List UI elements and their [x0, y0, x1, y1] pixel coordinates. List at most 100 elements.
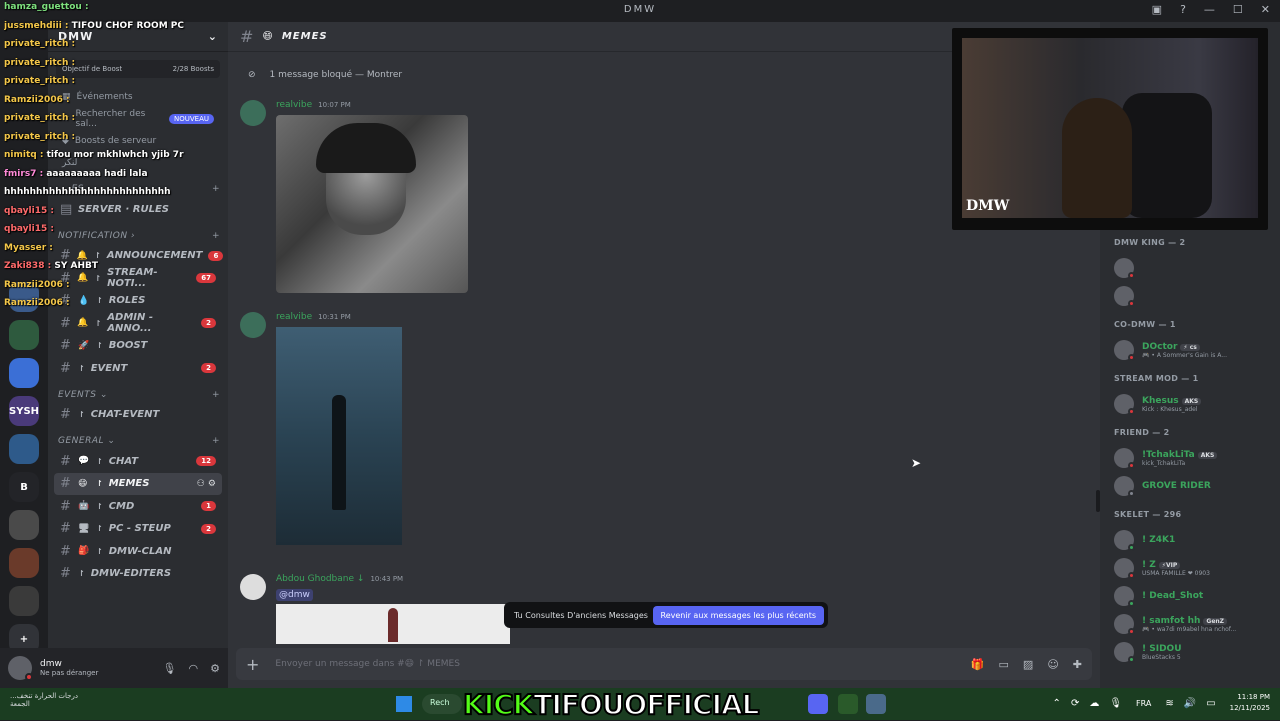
microphone-icon[interactable]: 🎙	[163, 662, 177, 675]
member-item[interactable]: DOctor ⚡ cs 🎮 • A Sommer's Gain is A...	[1114, 340, 1274, 361]
channel-event[interactable]: # ↾ EVENT 2	[54, 357, 222, 380]
emoji-icon[interactable]: ☺	[1047, 658, 1058, 671]
channel-announcement[interactable]: # 🔔 ↾ ANNOUNCEMENT 6	[54, 245, 224, 268]
channel-boost[interactable]: # 🚀 ↾ BOOST	[54, 335, 222, 358]
member-item[interactable]	[1114, 258, 1274, 279]
attach-plus-icon[interactable]: +	[246, 655, 259, 674]
inbox-icon[interactable]: ▣	[1152, 3, 1162, 16]
server-icon[interactable]: B	[9, 472, 39, 502]
apps-icon[interactable]: ✚	[1073, 658, 1082, 671]
message-composer[interactable]: + Envoyer un message dans #😄 ↾ MEMES 🎁 ▭…	[236, 648, 1092, 680]
member-item[interactable]: Khesus AKS Kick : Khesus_adel	[1114, 394, 1274, 415]
channel-stream-noti[interactable]: # 🔔 ↾ STREAM-NOTI... 67	[54, 267, 222, 290]
user-mention[interactable]: @dmw	[276, 589, 313, 601]
language-indicator[interactable]: FRA	[1136, 699, 1151, 708]
channel-cmd[interactable]: # 🤖 ↾ CMD 1	[54, 495, 222, 518]
discord-taskbar-icon[interactable]	[808, 694, 828, 714]
message-author[interactable]: realvibe	[276, 100, 312, 110]
avatar[interactable]	[1114, 286, 1135, 307]
channel-memes[interactable]: # 😄 ↾ MEMES ⚇ ⚙	[54, 472, 222, 495]
wifi-icon[interactable]: ≋	[1165, 698, 1173, 709]
windows-start-icon[interactable]	[396, 696, 412, 712]
server-icon[interactable]	[9, 282, 39, 312]
close-button[interactable]: ✕	[1261, 3, 1270, 16]
channel-admin-anno[interactable]: # 🔔 ↾ ADMIN - ANNO... 2	[54, 312, 222, 335]
add-channel-icon[interactable]: +	[212, 390, 220, 400]
server-icon[interactable]	[9, 320, 39, 350]
member-item[interactable]: ! SIDOU BlueStacks 5	[1114, 642, 1274, 663]
settings-gear-icon[interactable]: ⚙	[210, 662, 220, 675]
minimize-button[interactable]: —	[1204, 3, 1215, 16]
add-channel-icon[interactable]: +	[212, 184, 220, 194]
category-notification[interactable]: NOTIFICATION › +	[48, 221, 228, 245]
member-item[interactable]: ! Z ⚡VIP USMA FAMILLE ❤ 0903	[1114, 558, 1274, 579]
maximize-button[interactable]: ☐	[1233, 3, 1243, 16]
server-icon[interactable]	[9, 586, 39, 616]
rules-emoji-row[interactable]: لنكر	[48, 152, 228, 174]
channel-roles[interactable]: # 💧 ↾ ROLES	[54, 290, 222, 313]
sync-icon[interactable]: ⟳	[1071, 698, 1079, 709]
gift-icon[interactable]: 🎁	[971, 658, 985, 671]
server-boosts-link[interactable]: ◆ Boosts de serveur	[48, 130, 228, 152]
avatar[interactable]	[1114, 558, 1135, 579]
server-header[interactable]: DMW ⌄	[48, 22, 228, 52]
add-channel-icon[interactable]: +	[212, 436, 220, 446]
browse-channels-link[interactable]: ≡ Rechercher des sal... NOUVEAU	[48, 108, 228, 130]
add-channel-icon[interactable]: +	[212, 231, 220, 241]
category-general[interactable]: GENERAL ⌄ +	[48, 426, 228, 450]
channel-dmw-clan[interactable]: # 🎒 ↾ DMW-CLAN	[54, 540, 222, 563]
weather-widget[interactable]: درجات الحرارة تنخف... الجمعة	[10, 692, 110, 708]
member-item[interactable]: ! Dead_Shot	[1114, 586, 1274, 607]
battery-icon[interactable]: ▭	[1206, 698, 1215, 709]
server-icon[interactable]: SYSH	[9, 396, 39, 426]
sticker-icon[interactable]: ▨	[1023, 658, 1033, 671]
show-blocked-link[interactable]: — Montrer	[355, 70, 402, 80]
composer-placeholder[interactable]: Envoyer un message dans #😄 ↾ MEMES	[275, 659, 460, 669]
channel-chat-event[interactable]: # ↾ CHAT-EVENT	[54, 404, 222, 427]
clock[interactable]: 11:18 PM 12/11/2025	[1230, 692, 1270, 714]
boost-progress[interactable]: Objectif de Boost 2/28 Boosts	[56, 60, 220, 78]
channel-pc-steup[interactable]: # 🖥 ↾ PC - STEUP 2	[54, 518, 222, 541]
avatar[interactable]	[1114, 642, 1135, 663]
avatar[interactable]	[1114, 340, 1135, 361]
server-icon[interactable]	[9, 358, 39, 388]
avatar[interactable]	[8, 656, 33, 681]
avatar[interactable]	[1114, 258, 1135, 279]
avatar[interactable]	[1114, 586, 1135, 607]
member-item[interactable]: GROVE RIDER	[1114, 476, 1274, 497]
avatar[interactable]	[240, 574, 266, 600]
channel-settings-icon[interactable]: ⚇ ⚙	[197, 479, 216, 489]
events-link[interactable]: ▦ Événements	[48, 86, 228, 108]
volume-icon[interactable]: 🔊	[1184, 698, 1196, 709]
avatar[interactable]	[1114, 394, 1135, 415]
member-item[interactable]: ! Z4K1	[1114, 530, 1274, 551]
channel-dmw-editers[interactable]: # ↾ DMW-EDITERS	[54, 563, 222, 586]
message-image[interactable]	[276, 604, 510, 644]
avatar[interactable]	[1114, 476, 1135, 497]
message-image[interactable]	[276, 327, 402, 545]
message-author[interactable]: realvibe	[276, 312, 312, 322]
jump-to-present-button[interactable]: Revenir aux messages les plus récents	[652, 605, 824, 625]
member-item[interactable]	[1114, 286, 1274, 307]
channel-chat[interactable]: # 💬 ↾ CHAT 12	[54, 450, 222, 473]
server-icon[interactable]	[9, 510, 39, 540]
avatar[interactable]	[1114, 614, 1135, 635]
cloud-icon[interactable]: ☁	[1089, 698, 1099, 709]
avatar[interactable]	[240, 100, 266, 126]
mic-icon[interactable]: 🎙	[1109, 698, 1122, 709]
chevron-up-icon[interactable]: ⌃	[1053, 698, 1061, 709]
server-icon[interactable]	[9, 548, 39, 578]
help-icon[interactable]: ?	[1180, 3, 1186, 16]
taskbar-search[interactable]: Rech	[422, 694, 462, 714]
app-taskbar-icon[interactable]	[838, 694, 858, 714]
message-image[interactable]	[276, 115, 468, 293]
category-info[interactable]: ... ES ⌄ +	[48, 174, 228, 198]
category-events[interactable]: EVENTS ⌄ +	[48, 380, 228, 404]
gif-icon[interactable]: ▭	[999, 658, 1009, 671]
avatar[interactable]	[240, 312, 266, 338]
member-item[interactable]: !TchakLiTa AKS kick_TchakLiTa	[1114, 448, 1274, 469]
message-author[interactable]: Abdou Ghodbane ↓	[276, 574, 364, 584]
channel-rules[interactable]: ▤ SERVER · RULES	[54, 198, 222, 221]
avatar[interactable]	[1114, 530, 1135, 551]
member-item[interactable]: ! samfot hh GenZ 🎮 • wa7di m9abel hna ncho…	[1114, 614, 1274, 635]
